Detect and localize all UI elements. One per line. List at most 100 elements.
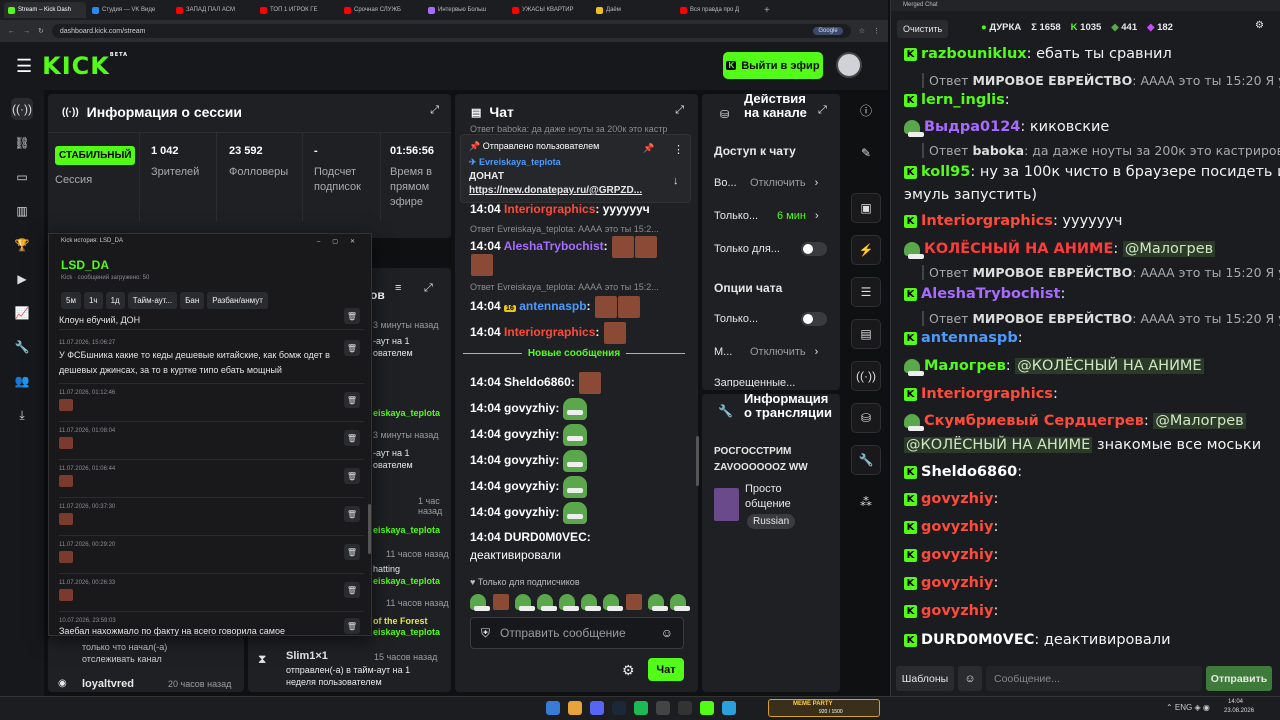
- delete-icon[interactable]: 🗑: [344, 392, 360, 408]
- templates-button[interactable]: Шаблоны: [896, 666, 954, 691]
- browser-tab[interactable]: Даём: [592, 2, 674, 18]
- msg-user[interactable]: Sheldo6860: [504, 375, 571, 389]
- pinned-link[interactable]: https://new.donatepay.ru/@GRPZD...: [469, 185, 642, 196]
- emote-pick[interactable]: [559, 594, 579, 611]
- back-icon[interactable]: ←: [8, 28, 15, 35]
- emote-pick[interactable]: [537, 594, 557, 611]
- forward-icon[interactable]: →: [23, 28, 30, 35]
- wrench-icon[interactable]: 🔧: [11, 336, 33, 358]
- emote-pick[interactable]: [670, 594, 690, 611]
- msg-user[interactable]: govyzhiy: [921, 575, 993, 591]
- emote-pick[interactable]: [626, 594, 642, 610]
- unban-button[interactable]: Разбан/анмут: [207, 292, 268, 309]
- kick-app-icon[interactable]: [700, 701, 714, 715]
- timeout-button[interactable]: Тайм-аут...: [127, 292, 178, 309]
- download-icon[interactable]: ⤓: [11, 404, 33, 426]
- delete-icon[interactable]: 🗑: [344, 506, 360, 522]
- mention[interactable]: @Малогрев: [1122, 241, 1216, 257]
- scrollbar[interactable]: [696, 436, 699, 486]
- meme-party-widget[interactable]: MEME PARTY 920 / 1500: [768, 699, 880, 717]
- wrench-icon[interactable]: 🔧: [851, 445, 881, 475]
- chart-icon[interactable]: ▥: [11, 200, 33, 222]
- ban-button[interactable]: Бан: [180, 292, 205, 309]
- video-icon[interactable]: ▶: [11, 268, 33, 290]
- msg-user[interactable]: Скумбриевый Сердцегрев: [924, 413, 1144, 429]
- expand-icon[interactable]: ⤢: [424, 282, 433, 295]
- browser-tab[interactable]: Вся правда про Д: [676, 2, 758, 18]
- msg-user[interactable]: koll95: [921, 164, 970, 180]
- lightning-icon[interactable]: ⚡: [851, 235, 881, 265]
- chat-access-row[interactable]: Только...: [714, 210, 758, 222]
- kick-logo[interactable]: KICKBETA: [42, 52, 128, 80]
- mention[interactable]: @Малогрев: [1153, 413, 1246, 429]
- window-icon[interactable]: ▭: [11, 166, 33, 188]
- more-icon[interactable]: ⋮: [673, 143, 684, 156]
- chrome-icon[interactable]: [568, 701, 582, 715]
- msg-user[interactable]: govyzhiy: [921, 547, 993, 563]
- msg-user[interactable]: govyzhiy: [504, 401, 555, 415]
- chat-icon[interactable]: ▤: [851, 319, 881, 349]
- spotify-icon[interactable]: [634, 701, 648, 715]
- clear-button[interactable]: Очистить: [897, 20, 949, 38]
- subs-only-toggle[interactable]: [801, 242, 827, 256]
- emote-pick[interactable]: [581, 594, 601, 611]
- msg-user[interactable]: govyzhiy: [504, 479, 555, 493]
- msg-user[interactable]: govyzhiy: [504, 427, 555, 441]
- settings-icon[interactable]: ⚙: [622, 662, 635, 679]
- card-icon[interactable]: ⛁: [851, 403, 881, 433]
- msg-user[interactable]: Sheldo6860: [921, 464, 1017, 480]
- reload-icon[interactable]: ↻: [38, 27, 44, 35]
- emoji-icon[interactable]: ☺: [661, 626, 673, 640]
- chat-option-row[interactable]: М...: [714, 346, 732, 358]
- delete-icon[interactable]: 🗑: [344, 582, 360, 598]
- msg-user[interactable]: AleshaTrybochist: [504, 239, 604, 253]
- chat-access-value[interactable]: Отключить ›: [750, 177, 818, 189]
- msg-user[interactable]: Малогрев: [924, 358, 1006, 374]
- category-name[interactable]: Просто общение: [745, 482, 805, 512]
- nodes-icon[interactable]: ⁂: [851, 487, 881, 517]
- browser-tab[interactable]: Срочная СЛУЖБ: [340, 2, 422, 18]
- discord-icon[interactable]: [590, 701, 604, 715]
- broadcast-icon[interactable]: ((·)): [851, 361, 881, 391]
- msg-user[interactable]: Interiorgraphics: [504, 325, 595, 339]
- browser-tab[interactable]: Интервью Больш: [424, 2, 506, 18]
- new-tab-icon[interactable]: +: [764, 5, 770, 16]
- delete-icon[interactable]: 🗑: [344, 308, 360, 324]
- emote-pick[interactable]: [603, 594, 623, 611]
- msg-user[interactable]: DURD0M0VEC: [504, 530, 587, 544]
- expand-icon[interactable]: ⤢: [430, 104, 439, 117]
- emote-pick[interactable]: [470, 594, 490, 611]
- link-icon[interactable]: ⛓: [11, 132, 33, 154]
- broadcast-icon[interactable]: ((·)): [11, 98, 33, 120]
- camera-icon[interactable]: ▣: [851, 193, 881, 223]
- list-icon[interactable]: ☰: [851, 277, 881, 307]
- delete-icon[interactable]: 🗑: [344, 544, 360, 560]
- msg-user[interactable]: govyzhiy: [504, 505, 555, 519]
- delete-icon[interactable]: 🗑: [344, 430, 360, 446]
- extensions-icon[interactable]: ⋮: [873, 27, 880, 35]
- browser-tab[interactable]: ТОП 1 ИГРОК ГЕ: [256, 2, 338, 18]
- google-pill[interactable]: Google: [813, 27, 843, 35]
- chat-option-row[interactable]: Запрещенные...: [714, 377, 795, 387]
- emote-pick[interactable]: [493, 594, 509, 610]
- windows-icon[interactable]: [546, 701, 560, 715]
- msg-user[interactable]: lern_inglis: [921, 92, 1005, 108]
- msg-user[interactable]: govyzhiy: [921, 491, 993, 507]
- msg-user[interactable]: Interiorgraphics: [504, 202, 595, 216]
- info-icon[interactable]: ⓘ: [851, 95, 881, 125]
- url-field[interactable]: dashboard.kick.com/stream Google: [51, 24, 851, 38]
- merged-send-button[interactable]: Отправить: [1206, 666, 1272, 691]
- window-controls[interactable]: –▢✕: [317, 238, 371, 245]
- telegram-icon[interactable]: [722, 701, 736, 715]
- tray-icons[interactable]: ⌃ ENG ◈ ◉: [1166, 703, 1210, 712]
- timeout-1d-button[interactable]: 1д: [105, 292, 125, 309]
- settings-icon[interactable]: ⚙: [1255, 20, 1264, 31]
- star-icon[interactable]: ☆: [859, 27, 865, 35]
- timeout-5m-button[interactable]: 5м: [61, 292, 81, 309]
- scrollbar[interactable]: [368, 504, 371, 554]
- msg-user[interactable]: govyzhiy: [921, 519, 993, 535]
- emoji-icon[interactable]: ☺: [958, 666, 982, 691]
- merged-input[interactable]: Сообщение...: [986, 666, 1202, 691]
- emote-pick[interactable]: [515, 594, 535, 611]
- msg-user[interactable]: Interiorgraphics: [921, 213, 1053, 229]
